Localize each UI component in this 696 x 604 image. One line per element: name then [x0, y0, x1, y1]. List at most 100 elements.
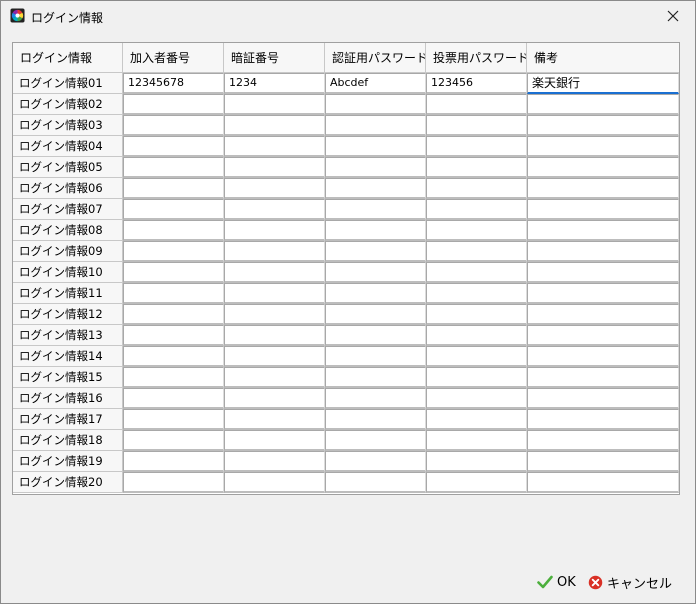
grid-cell-input[interactable] — [426, 472, 527, 493]
grid-cell-input[interactable] — [527, 115, 679, 136]
grid-cell-input[interactable] — [527, 262, 679, 283]
grid-cell-input[interactable] — [123, 220, 224, 241]
grid-cell-input[interactable] — [224, 94, 325, 115]
grid-cell-input[interactable] — [224, 241, 325, 262]
grid-cell-input[interactable] — [426, 451, 527, 472]
grid-cell-input[interactable] — [426, 94, 527, 115]
grid-cell-input[interactable] — [426, 283, 527, 304]
grid-cell-input[interactable] — [123, 115, 224, 136]
grid-cell-input[interactable] — [325, 472, 426, 493]
grid-cell-input[interactable] — [224, 367, 325, 388]
grid-cell-input[interactable] — [224, 430, 325, 451]
grid-cell-input[interactable] — [527, 94, 679, 115]
grid-cell-input[interactable] — [123, 304, 224, 325]
grid-cell-input[interactable] — [224, 388, 325, 409]
grid-cell-input[interactable] — [426, 241, 527, 262]
grid-cell-input[interactable] — [426, 115, 527, 136]
grid-cell-input[interactable] — [123, 283, 224, 304]
grid-cell-input[interactable] — [224, 304, 325, 325]
grid-cell-input[interactable] — [123, 367, 224, 388]
grid-cell-input[interactable] — [123, 136, 224, 157]
grid-cell-input[interactable] — [325, 388, 426, 409]
grid-cell-input[interactable]: Abcdef — [325, 73, 426, 94]
grid-cell-input[interactable] — [224, 157, 325, 178]
grid-cell-input[interactable] — [325, 136, 426, 157]
grid-cell-input[interactable] — [224, 199, 325, 220]
grid-cell-input[interactable] — [426, 136, 527, 157]
grid-cell-input[interactable] — [426, 325, 527, 346]
grid-cell-input[interactable] — [325, 262, 426, 283]
grid-cell-input[interactable] — [325, 304, 426, 325]
grid-cell-input[interactable] — [527, 388, 679, 409]
grid-cell-input[interactable] — [325, 451, 426, 472]
grid-cell-input[interactable] — [123, 325, 224, 346]
grid-cell-input[interactable] — [224, 178, 325, 199]
grid-cell-input[interactable] — [426, 430, 527, 451]
grid-cell-input[interactable] — [527, 346, 679, 367]
grid-cell-input[interactable] — [527, 451, 679, 472]
grid-cell-input[interactable] — [325, 283, 426, 304]
grid-cell-input[interactable] — [325, 325, 426, 346]
grid-cell-input[interactable] — [123, 451, 224, 472]
grid-cell-input[interactable] — [527, 325, 679, 346]
grid-cell-input[interactable] — [426, 178, 527, 199]
grid-cell-input[interactable] — [325, 94, 426, 115]
grid-cell-input[interactable] — [123, 199, 224, 220]
grid-cell-input[interactable] — [325, 178, 426, 199]
grid-cell-input[interactable] — [224, 115, 325, 136]
grid-cell-input[interactable] — [325, 409, 426, 430]
close-button[interactable] — [651, 1, 695, 31]
grid-cell-input[interactable] — [224, 409, 325, 430]
grid-cell-input[interactable] — [224, 472, 325, 493]
grid-cell-input[interactable] — [325, 346, 426, 367]
grid-cell-input[interactable] — [426, 199, 527, 220]
grid-cell-input[interactable]: 123456 — [426, 73, 527, 94]
grid-cell-input[interactable] — [426, 220, 527, 241]
grid-cell-input[interactable] — [123, 409, 224, 430]
grid-cell-input[interactable] — [527, 220, 679, 241]
grid-cell-input[interactable] — [123, 178, 224, 199]
grid-cell-input[interactable] — [325, 367, 426, 388]
grid-cell-input[interactable] — [224, 451, 325, 472]
grid-cell-input[interactable] — [527, 367, 679, 388]
grid-cell-input[interactable] — [123, 241, 224, 262]
grid-cell-input[interactable] — [426, 409, 527, 430]
grid-cell-input[interactable] — [123, 472, 224, 493]
grid-cell-input[interactable] — [527, 178, 679, 199]
grid-cell-input[interactable] — [123, 430, 224, 451]
grid-cell-input[interactable] — [325, 115, 426, 136]
grid-cell-input[interactable] — [123, 346, 224, 367]
cancel-button[interactable]: キャンセル — [588, 572, 672, 592]
grid-cell-input[interactable] — [325, 430, 426, 451]
grid-cell-input[interactable] — [527, 304, 679, 325]
grid-cell-input[interactable] — [123, 157, 224, 178]
grid-cell-input[interactable] — [224, 325, 325, 346]
grid-cell-input[interactable] — [224, 220, 325, 241]
grid-cell-input[interactable] — [527, 283, 679, 304]
grid-cell-input[interactable] — [224, 136, 325, 157]
grid-cell-input[interactable] — [426, 367, 527, 388]
grid-cell-input[interactable] — [123, 262, 224, 283]
grid-cell-input[interactable] — [224, 283, 325, 304]
grid-cell-input[interactable] — [325, 157, 426, 178]
grid-cell-input[interactable] — [426, 157, 527, 178]
grid-cell-input[interactable] — [224, 262, 325, 283]
grid-cell-input[interactable] — [325, 220, 426, 241]
ok-button[interactable]: OK — [537, 572, 576, 592]
grid-cell-input[interactable] — [527, 136, 679, 157]
grid-cell-input[interactable]: 楽天銀行 — [527, 73, 679, 94]
grid-cell-input[interactable] — [527, 199, 679, 220]
grid-cell-input[interactable] — [325, 241, 426, 262]
grid-cell-input[interactable] — [527, 409, 679, 430]
grid-cell-input[interactable] — [426, 262, 527, 283]
grid-cell-input[interactable]: 1234 — [224, 73, 325, 94]
grid-cell-input[interactable] — [426, 388, 527, 409]
grid-cell-input[interactable] — [123, 388, 224, 409]
grid-cell-input[interactable] — [527, 472, 679, 493]
grid-cell-input[interactable] — [426, 304, 527, 325]
grid-cell-input[interactable]: 12345678 — [123, 73, 224, 94]
grid-cell-input[interactable] — [426, 346, 527, 367]
grid-cell-input[interactable] — [527, 157, 679, 178]
grid-cell-input[interactable] — [123, 94, 224, 115]
grid-cell-input[interactable] — [224, 346, 325, 367]
